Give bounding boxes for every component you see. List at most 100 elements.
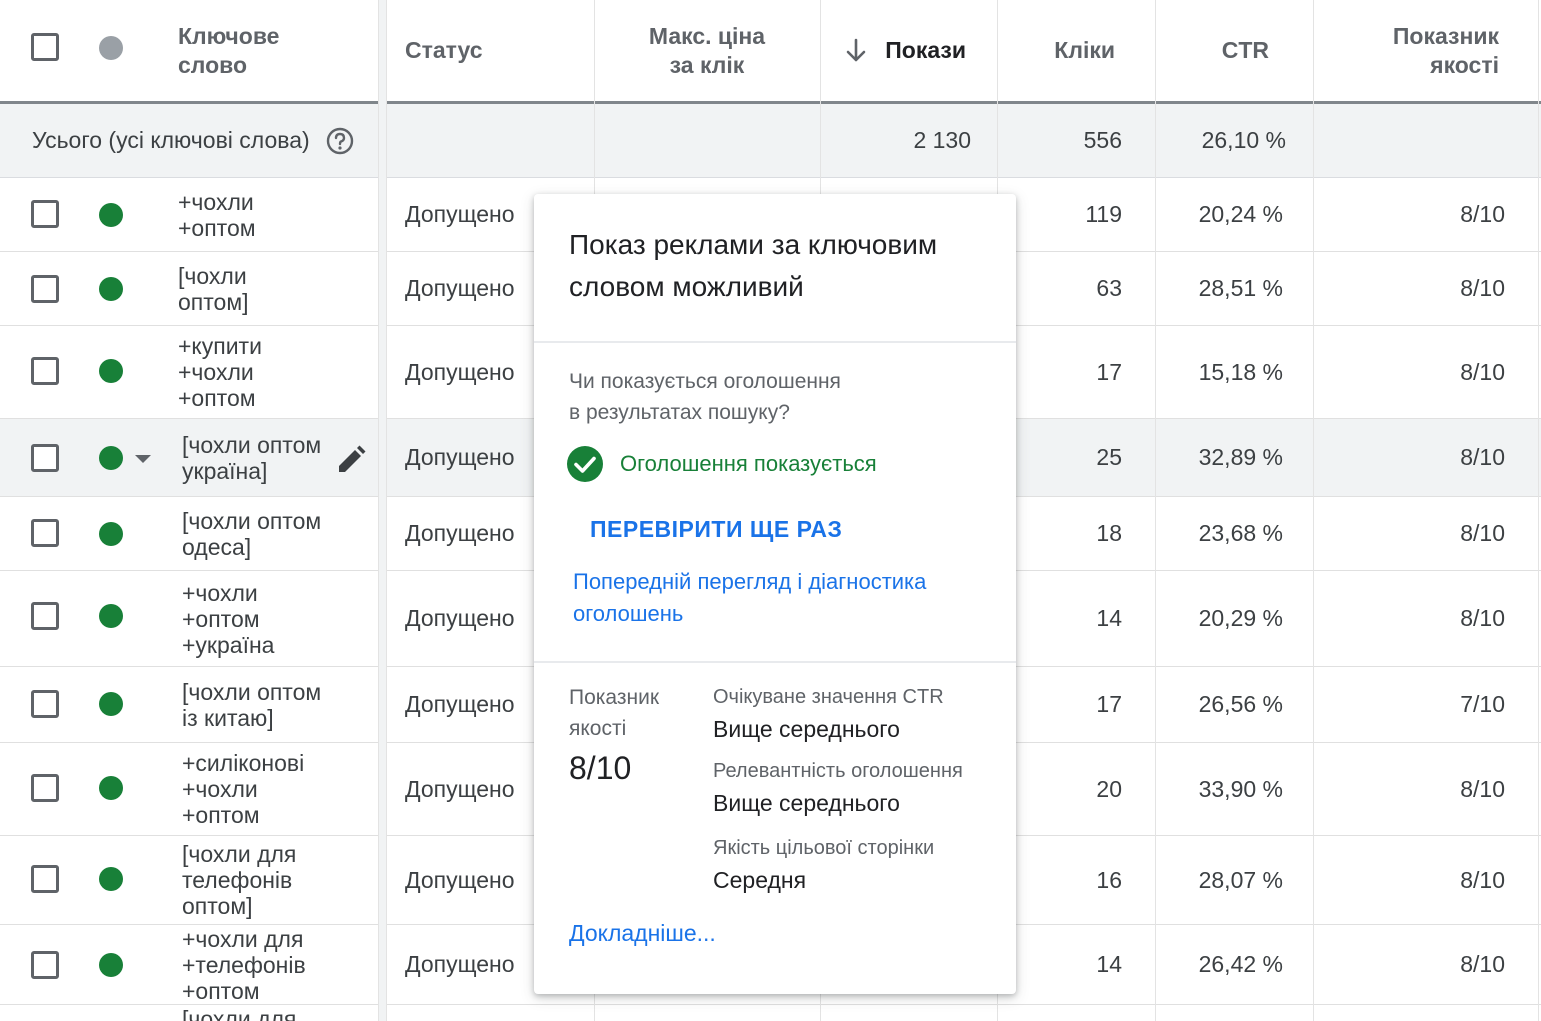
quality-cell[interactable]: 7/10 [1313,667,1541,742]
quality-value: 8/10 [1460,201,1505,227]
ctr-cell: 28,07 % [1155,836,1313,924]
edit-pencil-icon[interactable] [336,445,366,475]
total-ctr: 26,10 % [1155,104,1313,177]
keyword-cell[interactable]: [чохли оптом одеса] [182,497,321,570]
keyword-cell[interactable]: [чохли для телефонів оптом] [182,836,296,924]
total-row: Усього (усі ключові слова) 2 130 556 26,… [0,104,1541,178]
status-text: Допущено [405,358,515,385]
dropdown-caret-icon[interactable] [134,454,152,464]
quality-value: 8/10 [1460,520,1505,546]
ctr-cell: 15,18 % [1155,326,1313,418]
ctr-value: 33,90 % [1198,775,1283,802]
table-header: Ключове слово Статус Макс. ціна за клік … [0,0,1541,104]
clicks-cell: 16 [997,836,1155,924]
column-header-quality[interactable]: Показник якості [1313,0,1541,101]
quality-cell[interactable]: 8/10 [1313,252,1541,325]
quality-cell[interactable]: 8/10 [1313,571,1541,666]
row-checkbox[interactable] [31,951,59,979]
total-ctr-value: 26,10 % [1201,127,1286,153]
clicks-cell: 14 [997,925,1155,1004]
keyword-cell[interactable]: +силіконові +чохли +оптом [182,743,304,835]
clicks-value: 17 [1096,358,1122,385]
clicks-value: 25 [1096,444,1122,470]
quality-value: 8/10 [1460,775,1505,802]
row-checkbox[interactable] [31,519,59,547]
keyword-cell[interactable]: [чохли оптом україна] [182,419,321,496]
column-header-max-cpc-label: Макс. ціна за клік [648,22,766,78]
ad-preview-diagnosis-link[interactable]: Попередній перегляд і діагностика оголош… [573,566,973,630]
row-checkbox[interactable] [31,602,59,630]
row-checkbox[interactable] [31,865,59,893]
row-checkbox[interactable] [31,690,59,718]
column-header-clicks-label: Кліки [1054,37,1115,63]
quality-cell[interactable]: 8/10 [1313,419,1541,496]
table-row-partial[interactable]: [чохли для [0,1005,1541,1021]
keyword-cell[interactable]: [чохли оптом] [178,252,249,325]
keyword-cell[interactable]: +чохли +оптом +україна [182,571,274,666]
total-impressions-value: 2 130 [913,127,971,153]
column-header-max-cpc[interactable]: Макс. ціна за клік [594,0,820,101]
column-divider [1538,0,1539,1021]
status-text: Допущено [405,275,515,301]
select-all-checkbox[interactable] [31,33,59,61]
total-clicks-value: 556 [1083,127,1122,153]
row-checkbox[interactable] [31,357,59,385]
status-dot-enabled [99,692,123,716]
column-header-status[interactable]: Статус [387,0,594,101]
sort-down-icon [846,38,866,61]
column-header-impressions-label: Покази [885,37,966,63]
row-checkbox[interactable] [31,774,59,802]
keyword-cell[interactable]: +купити +чохли +оптом [178,326,262,418]
popup-title: Показ реклами за ключовим словом можливи… [569,229,938,302]
ctr-cell: 20,29 % [1155,571,1313,666]
row-checkbox[interactable] [31,444,59,472]
ctr-cell: 26,56 % [1155,667,1313,742]
status-dot-enabled [99,359,123,383]
clicks-cell: 25 [997,419,1155,496]
ctr-cell: 26,42 % [1155,925,1313,1004]
status-dot-enabled [99,604,123,628]
keyword-cell[interactable]: +чохли +оптом [178,178,256,251]
ad-relevance-value: Вище середнього [713,790,900,816]
column-header-ctr[interactable]: CTR [1155,0,1313,101]
keyword-cell[interactable]: +чохли для +телефонів +оптом [182,925,306,1004]
quality-value: 7/10 [1460,691,1505,717]
learn-more-link[interactable]: Докладніше... [569,920,716,947]
ctr-value: 26,42 % [1198,951,1283,977]
status-dot-enabled [99,522,123,546]
column-divider [1313,0,1314,1021]
quality-cell[interactable]: 8/10 [1313,178,1541,251]
keyword-cell[interactable]: [чохли для [182,1006,296,1021]
recheck-button[interactable]: ПЕРЕВІРИТИ ЩЕ РАЗ [590,516,842,543]
status-text: Допущено [405,951,515,977]
column-header-keyword[interactable]: Ключове слово [178,0,378,101]
ctr-value: 20,24 % [1198,201,1283,227]
column-header-quality-label: Показник якості [1392,22,1499,78]
column-divider [1155,0,1156,1021]
quality-cell[interactable]: 8/10 [1313,497,1541,570]
ctr-value: 28,07 % [1198,866,1283,893]
landing-page-value: Середня [713,867,807,893]
keyword-cell[interactable]: [чохли оптом із китаю] [182,667,321,742]
row-checkbox[interactable] [31,200,59,228]
status-text: Допущено [405,866,515,893]
clicks-value: 14 [1096,605,1122,631]
ctr-value: 15,18 % [1198,358,1283,385]
quality-cell[interactable]: 8/10 [1313,326,1541,418]
clicks-value: 18 [1096,520,1122,546]
quality-cell[interactable]: 8/10 [1313,925,1541,1004]
clicks-cell: 17 [997,326,1155,418]
status-text: Допущено [405,691,515,717]
help-icon[interactable] [326,127,354,155]
quality-cell[interactable]: 8/10 [1313,836,1541,924]
total-label-cell: Усього (усі ключові слова) [32,104,354,177]
status-dot-enabled[interactable] [99,446,123,470]
quality-cell[interactable]: 8/10 [1313,743,1541,835]
status-text: Допущено [405,775,515,802]
column-header-impressions[interactable]: Покази [820,0,997,101]
clicks-value: 63 [1096,275,1122,301]
clicks-value: 20 [1096,775,1122,802]
column-header-clicks[interactable]: Кліки [997,0,1155,101]
row-checkbox[interactable] [31,275,59,303]
status-text: Допущено [405,201,515,227]
